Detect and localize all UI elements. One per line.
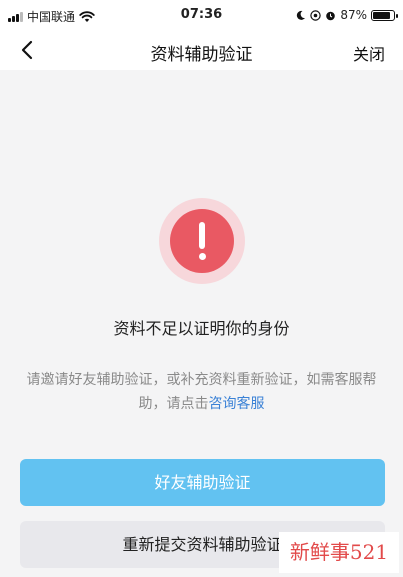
page: 中国联通 07:36 87% 资料辅助验证 关闭 资料不足以证明你的身份 请邀请… (0, 0, 403, 577)
battery-icon (371, 9, 398, 21)
close-button[interactable]: 关闭 (353, 41, 385, 65)
page-title: 资料辅助验证 (150, 45, 253, 65)
moon-icon (297, 10, 306, 20)
watermark: 新鲜事521 (279, 532, 399, 573)
contact-support-link[interactable]: 咨询客服 (209, 396, 265, 412)
alert-icon (159, 198, 245, 284)
status-right: 87% (295, 8, 398, 22)
alert-circle (170, 209, 234, 273)
friend-verify-button[interactable]: 好友辅助验证 (20, 459, 385, 506)
alert-exclamation-dot (198, 253, 206, 260)
nav-bar: 资料辅助验证 关闭 (0, 32, 403, 70)
description: 请邀请好友辅助验证，或补充资料重新验证，如需客服帮助，请点击咨询客服 (20, 368, 383, 416)
battery-percent: 87% (340, 8, 367, 22)
status-bar: 中国联通 07:36 87% (0, 0, 403, 32)
battery-fill (373, 11, 391, 19)
headline: 资料不足以证明你的身份 (113, 319, 290, 338)
alarm-icon (326, 11, 336, 20)
description-text: 请邀请好友辅助验证，或补充资料重新验证，如需客服帮助，请点击 (26, 372, 377, 412)
at-icon (310, 9, 322, 21)
alert-exclamation-bar (199, 222, 205, 249)
